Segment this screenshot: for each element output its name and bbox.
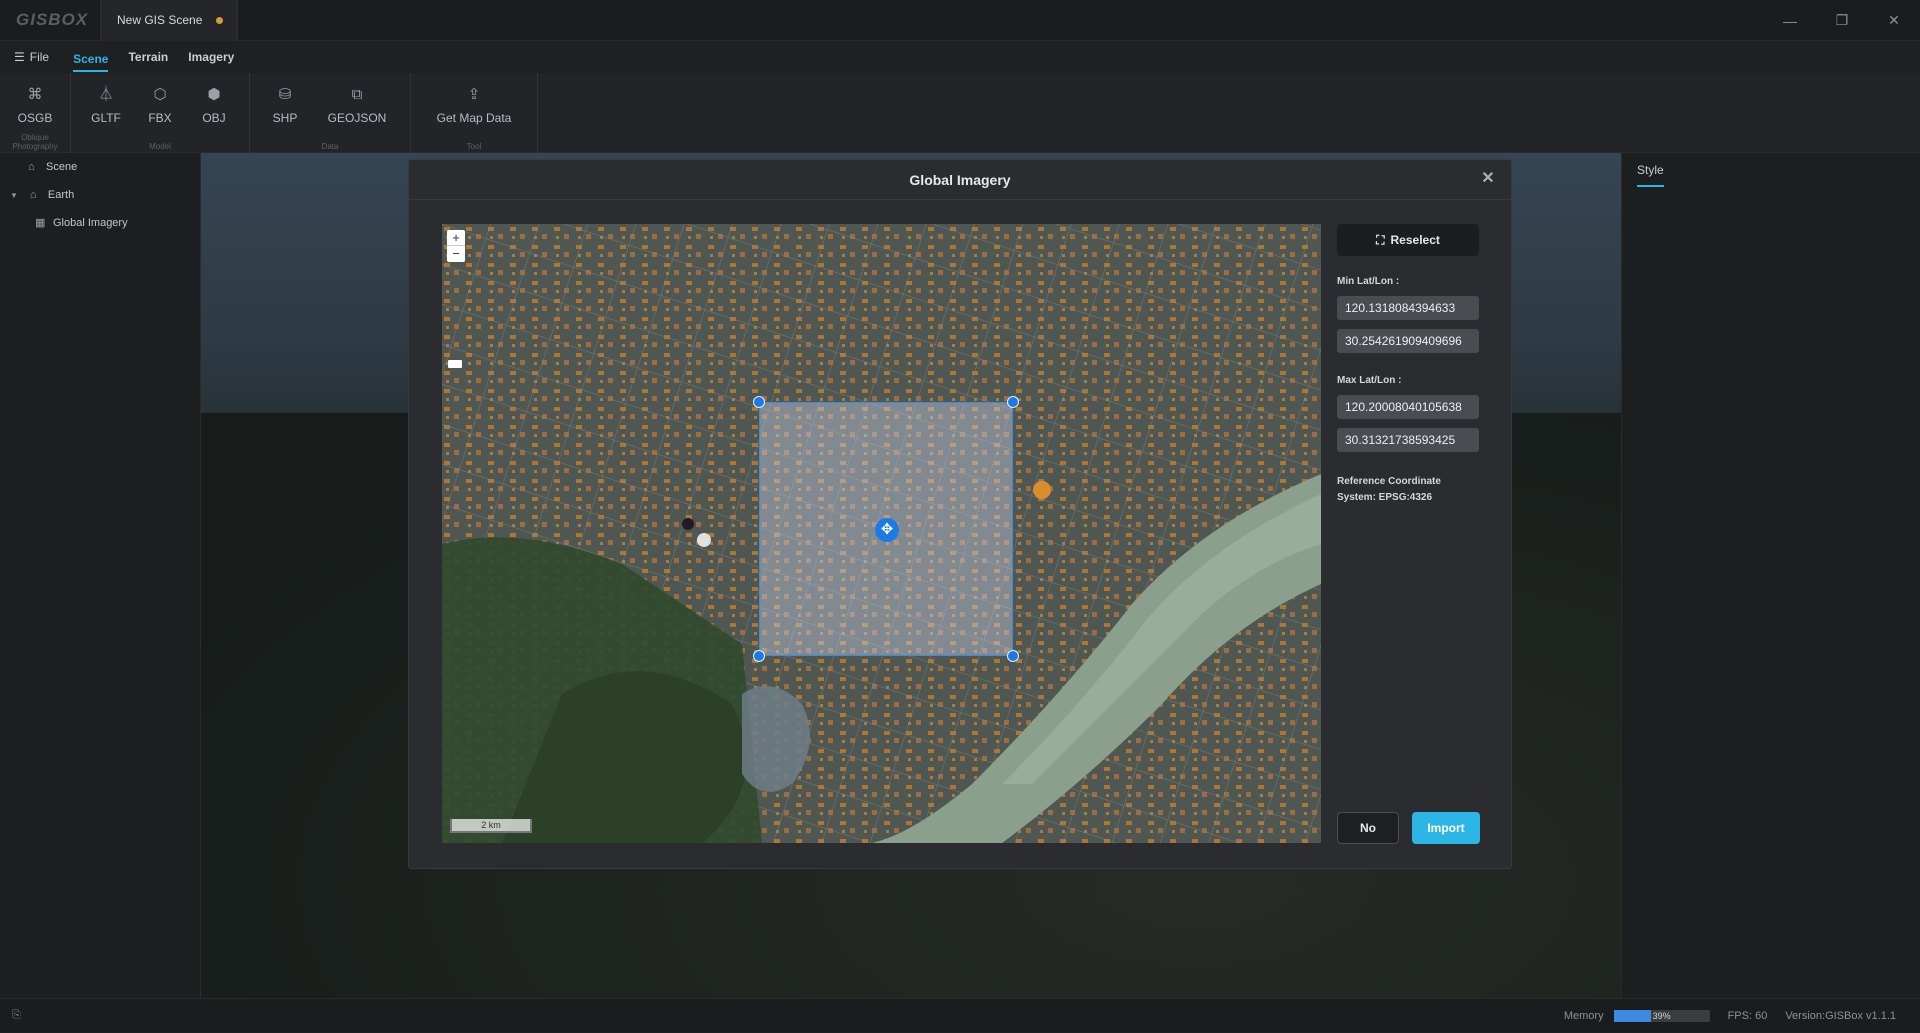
- gltf-icon: ⏃: [98, 86, 114, 103]
- resize-handle-se[interactable]: [1007, 650, 1019, 662]
- fbx-button[interactable]: ⬡ FBX: [133, 73, 187, 143]
- zoom-control: + −: [447, 230, 465, 262]
- tab-style[interactable]: Style: [1637, 163, 1664, 187]
- memory-label: Memory: [1563, 1010, 1604, 1022]
- restore-icon[interactable]: ❐: [1816, 0, 1868, 41]
- dialog-header: Global Imagery ✕: [409, 160, 1511, 200]
- ribbon-toolbar: ⌘ OSGB Oblique Photography ⏃ GLTF ⬡ FBX …: [0, 73, 1920, 153]
- title-bar: GISBOX New GIS Scene — ❐ ✕: [0, 0, 1920, 41]
- earth-icon: ⌂: [29, 189, 37, 201]
- min-lat-field[interactable]: 30.254261909409696: [1337, 329, 1479, 353]
- osgb-icon: ⌘: [27, 86, 43, 103]
- document-tab[interactable]: New GIS Scene: [100, 0, 239, 41]
- bounds-panel: ⛶ Reselect Min Lat/Lon : 120.13180843946…: [1337, 224, 1479, 506]
- ribbon-group-caption: Oblique Photography: [12, 133, 58, 151]
- tree-label: Global Imagery: [53, 217, 128, 229]
- dialog-close-icon[interactable]: ✕: [1479, 170, 1497, 188]
- ribbon-group-oblique: ⌘ OSGB Oblique Photography: [0, 73, 71, 153]
- unsaved-dot-icon: [216, 16, 224, 24]
- gltf-label: GLTF: [91, 111, 121, 125]
- tree-label: Earth: [47, 189, 75, 201]
- ribbon-group-caption: Tool: [466, 142, 482, 151]
- ribbon-group-caption: Model: [149, 142, 171, 151]
- tree-item-scene[interactable]: ⌂ Scene: [0, 153, 200, 181]
- geojson-label: GEOJSON: [327, 111, 387, 125]
- obj-icon: ⬢: [207, 86, 221, 103]
- app-logo: GISBOX: [16, 10, 89, 29]
- hamburger-icon: ☰: [14, 50, 25, 64]
- get-map-data-icon: ⇪: [467, 86, 481, 103]
- memory-percent: 39%: [1652, 1011, 1671, 1021]
- selection-rectangle[interactable]: ✥: [753, 396, 1019, 662]
- move-icon[interactable]: ✥: [875, 518, 899, 542]
- document-tab-label: New GIS Scene: [117, 13, 203, 27]
- menu-bar: ☰ File Scene Terrain Imagery: [0, 41, 1920, 73]
- window-controls: — ❐ ✕: [1764, 0, 1920, 41]
- version-text: Version:GISBox v1.1.1: [1785, 1010, 1896, 1022]
- log-icon[interactable]: ⎘: [12, 1009, 21, 1022]
- resize-handle-sw[interactable]: [753, 650, 765, 662]
- reselect-label: Reselect: [1390, 233, 1440, 247]
- ribbon-group-tool: ⇪ Get Map Data Tool: [411, 73, 538, 153]
- tree-item-earth[interactable]: ▼ ⌂ Earth: [0, 181, 200, 209]
- draw-marker[interactable]: [448, 360, 462, 368]
- scale-bar: 2 km: [450, 819, 532, 833]
- global-imagery-dialog: Global Imagery ✕ + − ✥ 2 km ⛶ Reselect M…: [408, 159, 1512, 869]
- dialog-title: Global Imagery: [909, 171, 1011, 188]
- gltf-button[interactable]: ⏃ GLTF: [79, 73, 133, 143]
- obj-label: OBJ: [202, 111, 226, 125]
- resize-handle-nw[interactable]: [753, 396, 765, 408]
- fbx-icon: ⬡: [153, 86, 167, 103]
- zoom-in-button[interactable]: +: [447, 230, 465, 246]
- imagery-icon: ▦: [35, 217, 46, 229]
- max-lon-field[interactable]: 120.20008040105638: [1337, 395, 1479, 419]
- max-latlon-label: Max Lat/Lon :: [1337, 375, 1402, 386]
- zoom-out-button[interactable]: −: [447, 246, 465, 262]
- imagery-map[interactable]: + − ✥ 2 km: [442, 224, 1321, 843]
- scene-tree-panel: ⌂ Scene ▼ ⌂ Earth ▦ Global Imagery: [0, 153, 201, 998]
- status-metrics: Memory 39% FPS: 60 Version:GISBox v1.1.1: [1564, 999, 1896, 1033]
- ribbon-group-model: ⏃ GLTF ⬡ FBX ⬢ OBJ Model: [71, 73, 250, 153]
- tree-item-global-imagery[interactable]: ▦ Global Imagery: [0, 209, 200, 237]
- file-menu[interactable]: ☰ File: [14, 50, 49, 64]
- tree-label: Scene: [46, 161, 78, 173]
- resize-handle-ne[interactable]: [1007, 396, 1019, 408]
- fps-readout: FPS: 60: [1727, 1010, 1768, 1022]
- ribbon-group-data: ⛁ SHP ⧉ GEOJSON Data: [250, 73, 411, 153]
- reselect-button[interactable]: ⛶ Reselect: [1337, 224, 1479, 256]
- memory-bar: 39%: [1613, 1010, 1710, 1022]
- geojson-button[interactable]: ⧉ GEOJSON: [312, 73, 402, 143]
- min-lon-field[interactable]: 120.1318084394633: [1337, 296, 1479, 320]
- import-button[interactable]: Import: [1412, 812, 1480, 844]
- reference-system-text: Reference Coordinate System: EPSG:4326: [1337, 476, 1441, 503]
- tab-imagery[interactable]: Imagery: [188, 41, 234, 73]
- close-icon[interactable]: ✕: [1868, 0, 1920, 41]
- shp-label: SHP: [272, 111, 298, 125]
- get-map-data-label: Get Map Data: [436, 111, 512, 125]
- osgb-label: OSGB: [17, 111, 53, 125]
- ribbon-group-caption: Data: [321, 142, 339, 151]
- status-bar: ⎘ Memory 39% FPS: 60 Version:GISBox v1.1…: [0, 998, 1920, 1032]
- tab-terrain[interactable]: Terrain: [128, 41, 168, 73]
- min-latlon-label: Min Lat/Lon :: [1337, 276, 1400, 287]
- tab-scene[interactable]: Scene: [73, 48, 109, 72]
- expand-caret-icon[interactable]: ▼: [10, 191, 18, 200]
- minimize-icon[interactable]: —: [1764, 0, 1816, 41]
- no-button[interactable]: No: [1337, 812, 1399, 844]
- scene-icon: ⌂: [28, 161, 35, 173]
- get-map-data-button[interactable]: ⇪ Get Map Data: [419, 73, 529, 143]
- shp-icon: ⛁: [278, 86, 292, 103]
- obj-button[interactable]: ⬢ OBJ: [187, 73, 241, 143]
- geojson-icon: ⧉: [351, 86, 363, 103]
- reselect-icon: ⛶: [1376, 232, 1385, 247]
- fbx-label: FBX: [148, 111, 172, 125]
- shp-button[interactable]: ⛁ SHP: [258, 73, 312, 143]
- file-label: File: [29, 50, 50, 64]
- max-lat-field[interactable]: 30.31321738593425: [1337, 428, 1479, 452]
- style-panel: Style: [1621, 153, 1920, 998]
